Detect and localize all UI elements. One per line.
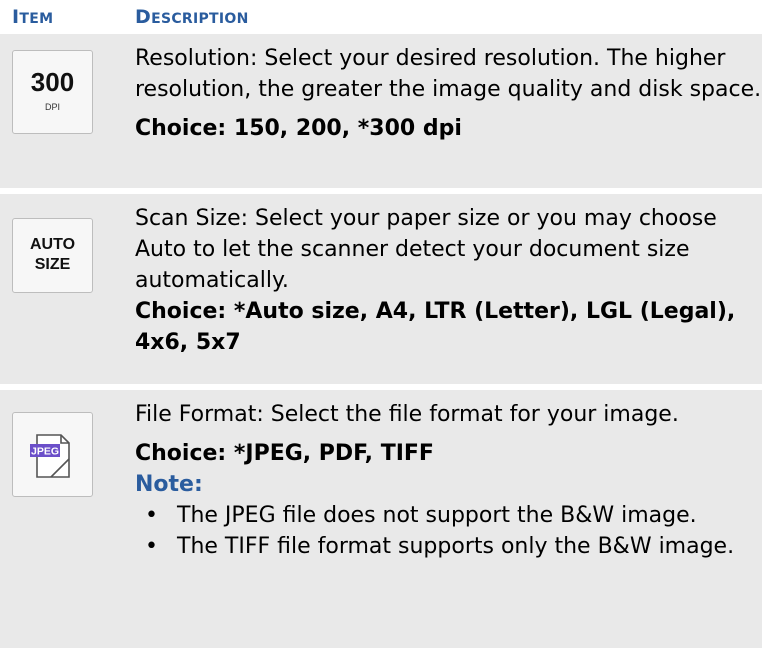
note-title: Note:	[135, 472, 203, 497]
icon-label-size: SIZE	[34, 256, 71, 273]
icon-label-jpeg: JPEG	[31, 446, 59, 458]
resolution-description: Resolution: Select your desired resoluti…	[135, 46, 762, 102]
table-header: ITEM DESCRIPTION	[0, 0, 762, 34]
description-cell: File Format: Select the file format for …	[135, 390, 762, 648]
file-format-choice: Choice: *JPEG, PDF, TIFF	[135, 441, 434, 466]
icon-label-dpi: DPI	[44, 102, 60, 112]
header-description-initial: D	[135, 6, 152, 28]
auto-size-icon[interactable]: AUTO SIZE	[12, 218, 93, 293]
resolution-choice: Choice: 150, 200, *300 dpi	[135, 116, 462, 141]
icon-cell: 300 DPI	[0, 34, 135, 188]
icon-label-auto: AUTO	[29, 236, 76, 253]
header-description: DESCRIPTION	[135, 6, 249, 28]
jpeg-file-graphic: JPEG	[30, 434, 70, 478]
notes-list: The JPEG file does not support the B&W i…	[135, 500, 762, 562]
description-cell: Resolution: Select your desired resoluti…	[135, 34, 762, 188]
icon-label-300: 300	[30, 67, 75, 97]
table-row-resolution: 300 DPI Resolution: Select your desired …	[0, 34, 762, 188]
header-description-rest: ESCRIPTION	[151, 11, 249, 27]
table-row-file-format: JPEG File Format: Select the file format…	[0, 390, 762, 648]
resolution-300-dpi-icon[interactable]: 300 DPI	[12, 50, 93, 134]
note-item: The JPEG file does not support the B&W i…	[135, 500, 762, 531]
icon-cell: JPEG	[0, 390, 135, 648]
table-row-scan-size: AUTO SIZE Scan Size: Select your paper s…	[0, 194, 762, 384]
jpeg-file-icon[interactable]: JPEG	[12, 412, 93, 497]
scan-size-choice: Choice: *Auto size, A4, LTR (Letter), LG…	[135, 299, 736, 355]
file-format-description: File Format: Select the file format for …	[135, 402, 679, 427]
scan-size-description: Scan Size: Select your paper size or you…	[135, 206, 717, 293]
header-item-rest: TEM	[19, 11, 54, 27]
header-item: ITEM	[0, 6, 135, 28]
icon-cell: AUTO SIZE	[0, 194, 135, 384]
note-item: The TIFF file format supports only the B…	[135, 531, 762, 562]
description-cell: Scan Size: Select your paper size or you…	[135, 194, 762, 384]
